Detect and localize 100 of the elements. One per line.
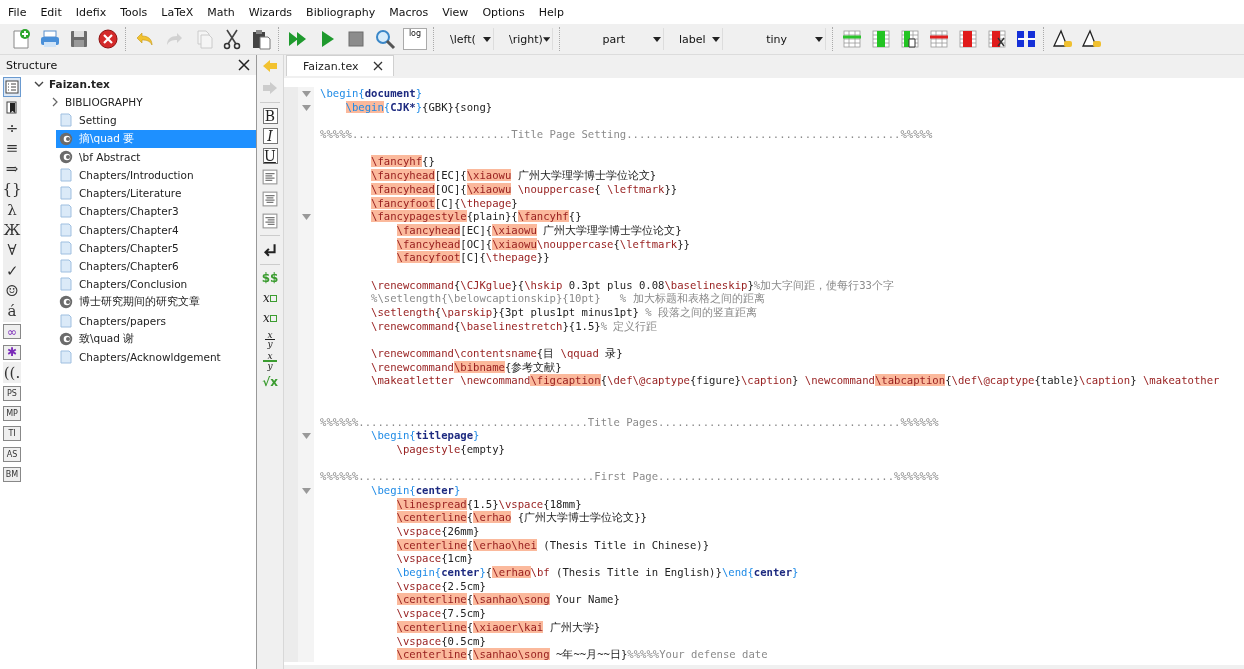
tree-item[interactable]: 致\quad 谢 (56, 329, 256, 348)
sidebar-tab[interactable]: ∞ (3, 324, 21, 340)
code-line: \vspace{2.5cm} (396, 579, 486, 592)
superscript-button[interactable]: x (261, 308, 279, 328)
new-file-icon[interactable] (10, 28, 32, 50)
menu-item[interactable]: Wizards (241, 5, 300, 19)
dropdown[interactable]: tiny (730, 28, 826, 50)
table-row-icon[interactable] (928, 28, 950, 50)
code-line: \begin{center}{\erhao\bf (Thesis Title in English)}\end{center} (396, 566, 799, 579)
magnifier-icon[interactable] (374, 28, 396, 50)
menu-item[interactable]: Bibliography (299, 5, 383, 19)
fold-arrow-icon[interactable] (301, 90, 311, 97)
sidebar-tab[interactable]: Ж (3, 219, 21, 241)
tree-item[interactable]: \bf Abstract (56, 147, 256, 166)
dropdown[interactable]: label (671, 28, 723, 50)
tree-item[interactable]: Chapters/papers (56, 311, 256, 330)
sidebar-tab[interactable]: ⇒ (3, 158, 21, 179)
tree-item[interactable]: Chapters/Conclusion (56, 275, 256, 294)
sidebar-tab[interactable]: MP (3, 405, 21, 421)
sidebar-tab[interactable]: ✱ (3, 344, 21, 360)
table-column-page-icon[interactable] (899, 28, 921, 50)
sidebar-tab[interactable]: ✓ (3, 260, 21, 281)
table-column-icon[interactable] (870, 28, 892, 50)
bold-button[interactable]: B (262, 108, 278, 124)
sidebar-tab[interactable]: BM (3, 467, 21, 482)
menu-item[interactable]: Options (475, 5, 532, 19)
fold-arrow-icon[interactable] (301, 487, 311, 494)
italic-button[interactable]: I (262, 128, 278, 144)
sidebar-tab[interactable] (3, 97, 21, 118)
code-line: %\setlength{\belowcaptionskip}{10pt} % 加大标题和表格之间的距离 (371, 292, 765, 305)
file-tab[interactable]: Faizan.tex (286, 55, 394, 76)
fold-arrow-icon[interactable] (301, 433, 311, 440)
sidebar-tab[interactable]: ∀ (3, 240, 21, 261)
page-icon (59, 222, 73, 237)
clipboard-icon[interactable] (250, 28, 272, 50)
sidebar-tab[interactable]: ((. (3, 362, 21, 383)
circle-icon (59, 295, 73, 310)
table-column-scissors-icon[interactable] (986, 28, 1008, 50)
code-line: \fancyfoot[C]{\thepage}} (396, 251, 550, 264)
tree-item[interactable]: 博士研究期间的研究文章 (56, 293, 256, 312)
code-line: \begin{document} (320, 87, 423, 99)
sidebar-tab[interactable]: ÷ (3, 117, 21, 139)
tree-item[interactable]: Chapters/Chapter6 (56, 256, 256, 276)
dropdown[interactable]: \left( (442, 28, 494, 50)
sidebar-tab[interactable]: ☺ (3, 280, 21, 302)
menu-item[interactable]: Macros (382, 5, 436, 19)
close-icon[interactable] (372, 61, 383, 71)
menu-item[interactable]: File (1, 5, 34, 19)
triangle-icon[interactable] (1052, 28, 1074, 50)
fraction-button[interactable]: x y (261, 328, 279, 350)
sidebar-tab[interactable]: AS (3, 446, 21, 462)
sidebar-tab[interactable]: PS (3, 385, 21, 401)
menu-item[interactable]: LaTeX (154, 5, 201, 19)
menu-item[interactable]: View (435, 5, 476, 19)
tree-item[interactable]: Chapters/Acknowldgement (56, 347, 256, 366)
subscript-button[interactable]: x (261, 288, 279, 308)
close-icon[interactable] (238, 59, 250, 71)
underline-button[interactable]: U (262, 148, 278, 164)
fraction-button[interactable]: x y (261, 350, 279, 372)
log-file-button[interactable]: log (403, 28, 427, 50)
menu-item[interactable]: Help (531, 5, 571, 19)
tree-item[interactable]: Chapters/Chapter4 (56, 220, 256, 239)
dropdown[interactable]: \right) (501, 28, 553, 50)
sidebar-tab[interactable]: {} (3, 178, 21, 200)
tree-root-label[interactable]: Faizan.tex (49, 78, 110, 91)
align-right-icon[interactable] (262, 213, 278, 229)
menu-item[interactable]: Edit (33, 5, 69, 19)
code-line: \fancyhead[OC]{\xiaowu \nouppercase{ \leftmark}} (371, 182, 678, 195)
sidebar-tab[interactable]: TI (3, 426, 21, 442)
tree-item[interactable]: BIBLIOGRAPHY (65, 96, 143, 109)
tree-item[interactable]: Chapters/Chapter3 (56, 202, 256, 221)
printer-icon[interactable] (39, 28, 61, 50)
menu-item[interactable]: Tools (113, 5, 155, 19)
return-arrow-icon[interactable] (262, 242, 278, 258)
fold-arrow-icon[interactable] (301, 214, 311, 221)
scissors-icon[interactable] (221, 28, 243, 50)
close-icon[interactable] (97, 28, 119, 50)
code-line: \begin{titlepage} (371, 429, 480, 442)
page-icon (59, 168, 73, 183)
table-column-icon[interactable] (957, 28, 979, 50)
tree-item[interactable]: Setting (56, 111, 256, 130)
align-center-icon[interactable] (262, 191, 278, 207)
save-icon[interactable] (68, 28, 90, 50)
tree-item[interactable]: Chapters/Chapter5 (56, 238, 256, 257)
circle-icon (59, 131, 73, 146)
table-row-icon[interactable] (841, 28, 863, 50)
stop-icon[interactable] (345, 28, 367, 50)
dropdown[interactable]: part (568, 28, 664, 50)
tree-item[interactable]: Chapters/Literature (56, 184, 256, 203)
tree-item[interactable]: Chapters/Introduction (56, 165, 256, 185)
sidebar-tab[interactable]: á (3, 301, 21, 322)
fold-arrow-icon[interactable] (301, 104, 311, 111)
menu-item[interactable]: Idefix (68, 5, 114, 19)
align-left-icon[interactable] (262, 169, 278, 185)
code-line: \vspace{7.5cm} (396, 607, 486, 620)
triangle-icon[interactable] (1081, 28, 1103, 50)
table-columns-icon[interactable] (1015, 28, 1037, 50)
sidebar-tab[interactable]: ≡ (3, 138, 21, 159)
menu-item[interactable]: Math (200, 5, 242, 19)
sidebar-tab[interactable]: λ (3, 199, 21, 220)
